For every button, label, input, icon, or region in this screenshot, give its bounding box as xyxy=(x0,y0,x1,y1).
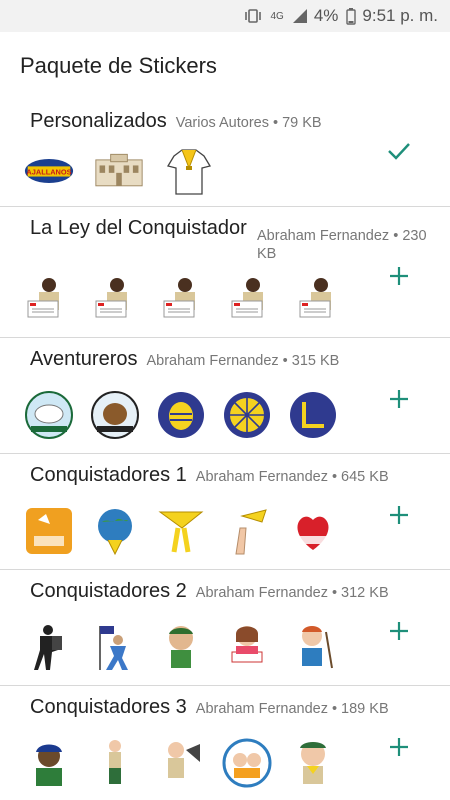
pack-name: Conquistadores 2 xyxy=(30,580,187,602)
pack-size: 312 KB xyxy=(341,585,389,601)
sticker-preview-row xyxy=(24,275,346,325)
sticker-scout-megaphone xyxy=(156,738,206,788)
pack-header: Aventureros Abraham Fernandez • 315 KB xyxy=(30,348,430,371)
add-pack-button[interactable] xyxy=(386,263,412,289)
sticker-globe-scarf xyxy=(90,506,140,556)
pack-author: Abraham Fernandez xyxy=(195,469,328,485)
sticker-feliz-sabado-orange xyxy=(24,506,74,556)
network-type-label: 4G xyxy=(270,10,284,22)
sticker-pathfinder-holding-sign xyxy=(160,275,210,325)
pack-author: Abraham Fernandez xyxy=(195,585,328,601)
sticker-pathfinder-holding-sign xyxy=(24,275,74,325)
sticker-pathfinder-holding-sign xyxy=(92,275,142,325)
pack-name: Conquistadores 1 xyxy=(30,464,187,486)
sticker-boy-cap-portrait xyxy=(24,738,74,788)
vibrate-icon xyxy=(244,8,262,24)
pack-separator: • xyxy=(272,115,279,131)
sticker-hand-scarf xyxy=(222,506,272,556)
sticker-pack[interactable]: Aventureros Abraham Fernandez • 315 KB xyxy=(0,337,450,452)
sticker-pathfinder-holding-sign xyxy=(228,275,278,325)
sticker-cartoon-boy-green xyxy=(156,622,206,672)
sticker-bee-badge xyxy=(156,390,206,440)
sticker-pack[interactable]: Personalizados Varios Autores • 79 KB AJ… xyxy=(0,100,450,205)
sticker-pack[interactable]: Conquistadores 1 Abraham Fernandez • 645… xyxy=(0,453,450,568)
sticker-aj-allanos-logo: AJALLANOS xyxy=(24,146,74,196)
pack-name: Aventureros xyxy=(30,348,138,370)
sticker-castores-badge xyxy=(90,390,140,440)
pack-size: 645 KB xyxy=(341,469,389,485)
clock: 9:51 p. m. xyxy=(362,6,438,25)
sticker-pathfinder-holding-sign xyxy=(296,275,346,325)
add-pack-button[interactable] xyxy=(386,386,412,412)
sticker-preview-row: AJALLANOS xyxy=(24,146,214,196)
pack-author: Abraham Fernandez xyxy=(146,353,279,369)
added-check-icon[interactable] xyxy=(386,138,412,164)
pack-header: Conquistadores 3 Abraham Fernandez • 189… xyxy=(30,696,430,719)
sticker-girl-reading xyxy=(222,622,272,672)
pack-author: Abraham Fernandez xyxy=(257,228,390,244)
sticker-pack[interactable]: Conquistadores 3 Abraham Fernandez • 189… xyxy=(0,685,450,800)
sticker-corderitos-badge xyxy=(24,390,74,440)
pack-header: Conquistadores 2 Abraham Fernandez • 312… xyxy=(30,580,430,603)
sticker-hiker-silhouette xyxy=(24,622,74,672)
page-title: Paquete de Stickers xyxy=(0,32,450,100)
sticker-preview-row xyxy=(24,506,338,556)
sticker-preview-row xyxy=(24,738,338,788)
plus-icon xyxy=(390,506,408,524)
pack-separator: • xyxy=(331,469,338,485)
pack-size: 315 KB xyxy=(291,353,340,369)
sticker-building-drawing xyxy=(94,146,144,196)
add-pack-button[interactable] xyxy=(386,502,412,528)
add-pack-button[interactable] xyxy=(386,734,412,760)
plus-icon xyxy=(390,267,408,285)
plus-icon xyxy=(390,390,408,408)
pack-header: Conquistadores 1 Abraham Fernandez • 645… xyxy=(30,464,430,487)
plus-icon xyxy=(390,738,408,756)
add-pack-button[interactable] xyxy=(386,618,412,644)
pack-name: La Ley del Conquistador xyxy=(30,217,247,239)
status-bar: 4G 4% 9:51 p. m. xyxy=(0,0,450,32)
signal-icon xyxy=(292,8,308,24)
sticker-yellow-scarf xyxy=(156,506,206,556)
pack-separator: • xyxy=(331,585,338,601)
pack-separator: • xyxy=(393,228,399,244)
pack-meta-wrap: Abraham Fernandez • 230 KB xyxy=(257,227,437,263)
pack-header: Personalizados Varios Autores • 79 KB xyxy=(30,110,430,133)
plus-icon xyxy=(390,622,408,640)
sticker-blue-badge xyxy=(288,390,338,440)
sticker-feliz-sabado-red xyxy=(288,506,338,556)
sticker-flag-runner xyxy=(90,622,140,672)
sticker-pack[interactable]: Conquistadores 2 Abraham Fernandez • 312… xyxy=(0,569,450,684)
pack-separator: • xyxy=(331,701,338,717)
battery-icon xyxy=(346,7,357,25)
sticker-pack[interactable]: La Ley del Conquistador Abraham Fernande… xyxy=(0,206,450,336)
sticker-sun-badge xyxy=(222,390,272,440)
sticker-preview-row xyxy=(24,390,338,440)
sticker-boy-with-stick xyxy=(288,622,338,672)
pack-author: Varios Autores xyxy=(175,115,269,131)
sticker-kids-circle xyxy=(222,738,272,788)
sticker-scout-uniform-shirt xyxy=(164,146,214,196)
pack-name: Conquistadores 3 xyxy=(30,696,187,718)
pack-author: Abraham Fernandez xyxy=(195,701,328,717)
pack-size: 189 KB xyxy=(341,701,389,717)
battery-percent: 4% xyxy=(313,6,339,25)
sticker-scout-boy-waving xyxy=(288,738,338,788)
pack-separator: • xyxy=(282,353,288,369)
sticker-scout-standing xyxy=(90,738,140,788)
svg-text:AJALLANOS: AJALLANOS xyxy=(26,168,71,177)
sticker-preview-row xyxy=(24,622,338,672)
pack-name: Personalizados xyxy=(30,110,167,132)
pack-size: 79 KB xyxy=(282,115,322,131)
